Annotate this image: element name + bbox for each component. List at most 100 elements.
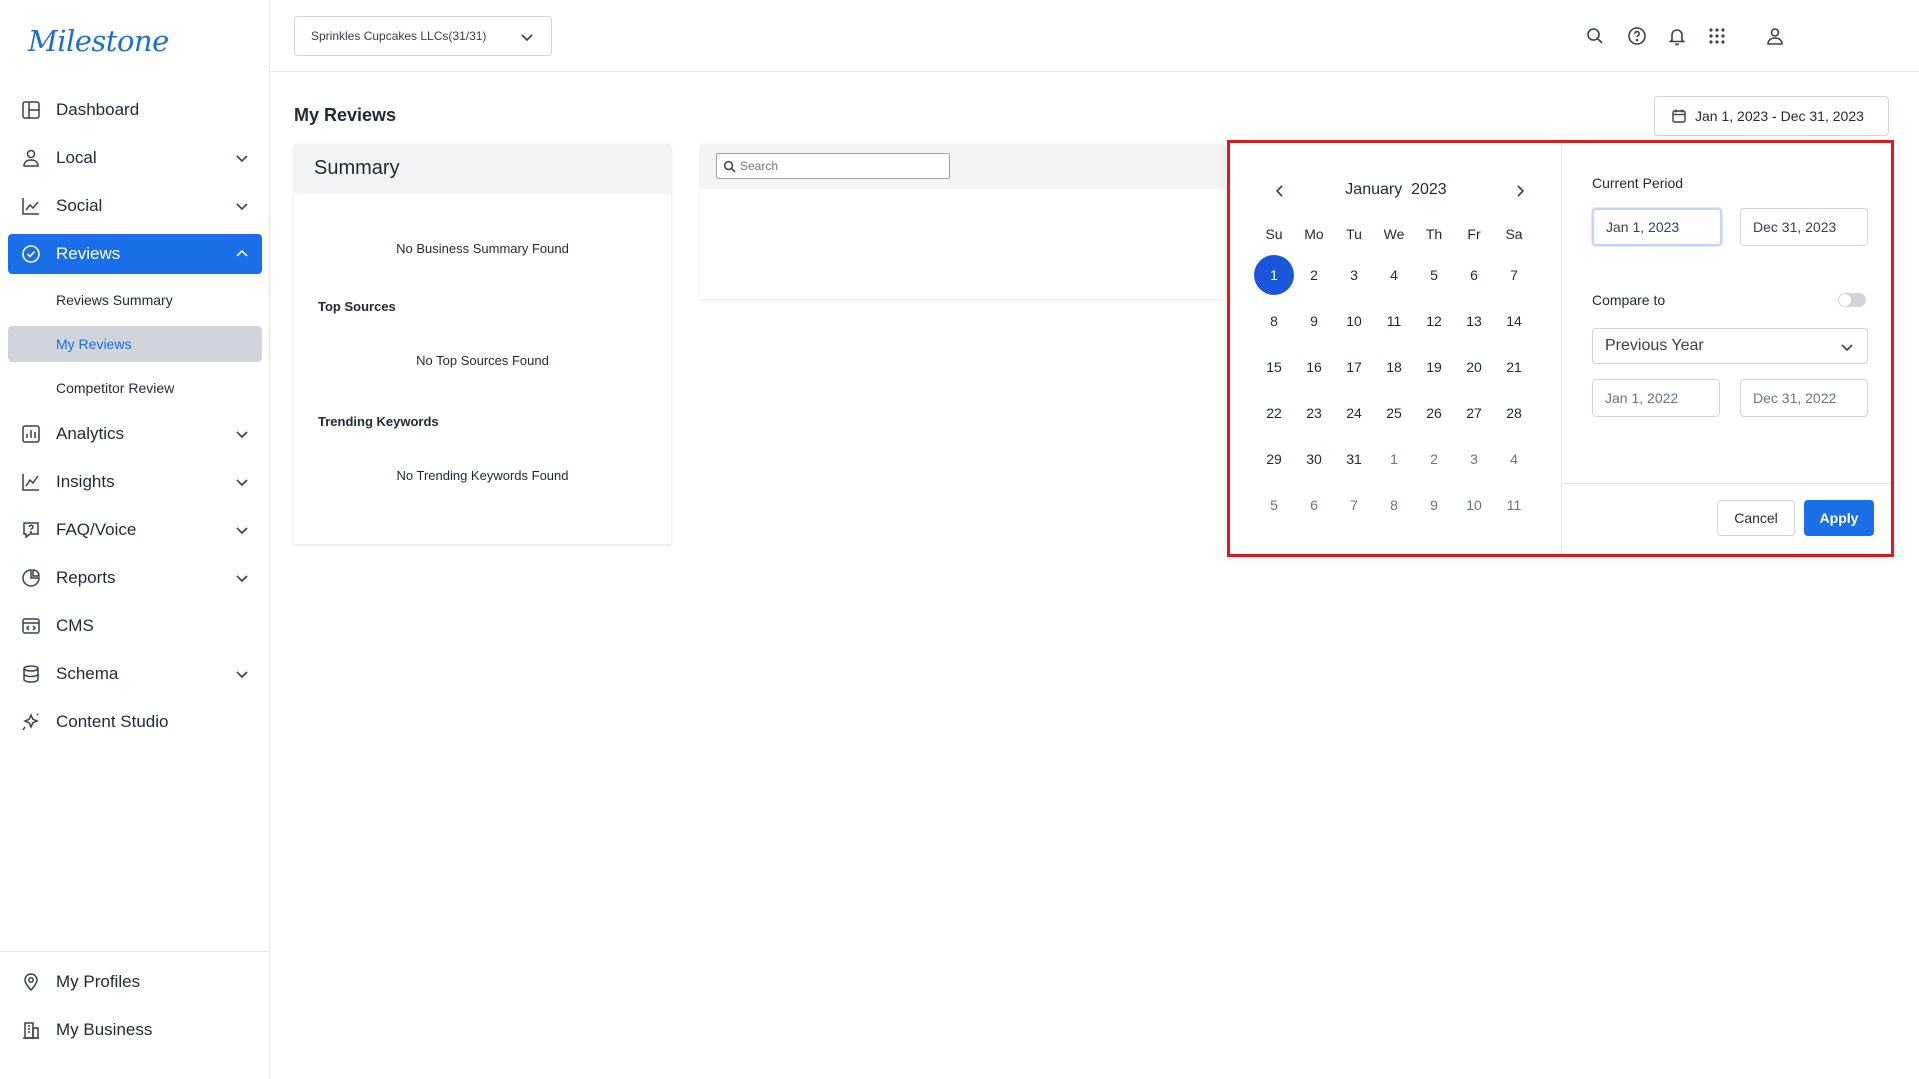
sidebar-item-label: FAQ/Voice [56,520,137,539]
sidebar-subitem-my-reviews[interactable]: My Reviews [8,326,262,362]
sidebar-item-label: Reviews [56,244,121,263]
calendar-day-outside-month[interactable]: 2 [1414,439,1454,479]
calendar-day[interactable]: 26 [1414,393,1454,433]
calendar-day[interactable]: 25 [1374,393,1414,433]
current-end-date-input[interactable]: Dec 31, 2023 [1740,208,1868,246]
period-panel: Current Period Jan 1, 2023 Dec 31, 2023 … [1563,143,1891,554]
bell-icon[interactable] [1663,22,1691,50]
sidebar-item-label: Social [56,196,103,215]
user-icon[interactable] [1761,22,1789,50]
search-field[interactable] [716,153,950,179]
sidebar-item-my-profiles[interactable]: My Profiles [8,962,262,1002]
sidebar-item-social[interactable]: Social [8,186,262,226]
calendar-day-outside-month[interactable]: 5 [1254,485,1294,525]
calendar-day-outside-month[interactable]: 11 [1494,485,1534,525]
chevron-down-icon [1841,344,1853,352]
business-select[interactable]: Sprinkles Cupcakes LLCs(31/31) [294,16,552,56]
sidebar-item-local[interactable]: Local [8,138,262,178]
calendar-week-row: 8 9 10 11 12 13 14 [1254,298,1534,344]
sidebar-item-dashboard[interactable]: Dashboard [8,90,262,130]
reviews-list-card [700,144,1225,299]
apps-grid-icon[interactable] [1703,22,1731,50]
calendar-day-selected[interactable]: 1 [1254,255,1294,295]
compare-end-date-input[interactable]: Dec 31, 2022 [1740,379,1868,417]
calendar-day[interactable]: 4 [1374,255,1414,295]
sidebar-subitem-reviews-summary[interactable]: Reviews Summary [8,282,262,318]
calendar-day-outside-month[interactable]: 8 [1374,485,1414,525]
calendar-day[interactable]: 16 [1294,347,1334,387]
calendar-day[interactable]: 15 [1254,347,1294,387]
layout-icon [20,99,42,121]
calendar-day-outside-month[interactable]: 10 [1454,485,1494,525]
sidebar-item-cms[interactable]: CMS [8,606,262,646]
sidebar-item-reviews[interactable]: Reviews [8,234,262,274]
calendar-day[interactable]: 2 [1294,255,1334,295]
chevron-down-icon [521,34,533,42]
no-business-summary-message: No Business Summary Found [396,241,569,256]
weekday-label: Sa [1505,226,1523,242]
sparkle-icon [20,711,42,733]
page-title: My Reviews [294,105,397,125]
calendar-day[interactable]: 5 [1414,255,1454,295]
calendar-grid: Su Mo Tu We Th Fr Sa 1 2 3 4 5 6 7 8 9 10 11 12 13 14 15 16 17… [1254,226,1534,528]
date-range-picker: January 2023 Su Mo Tu We Th Fr Sa 1 2 3 4 5 6 7 8 9 10 1… [1227,140,1894,557]
calendar-day[interactable]: 7 [1494,255,1534,295]
sidebar-item-analytics[interactable]: Analytics [8,414,262,454]
calendar-day-outside-month[interactable]: 6 [1294,485,1334,525]
sidebar-item-insights[interactable]: Insights [8,462,262,502]
calendar-day-outside-month[interactable]: 9 [1414,485,1454,525]
calendar-day[interactable]: 23 [1294,393,1334,433]
summary-card: Summary No Business Summary Found Top So… [294,144,671,544]
calendar-day[interactable]: 9 [1294,301,1334,341]
calendar-day-outside-month[interactable]: 7 [1334,485,1374,525]
date-range-button[interactable]: Jan 1, 2023 - Dec 31, 2023 [1654,96,1889,136]
calendar-year: 2023 [1411,181,1447,198]
calendar-day-outside-month[interactable]: 4 [1494,439,1534,479]
sidebar-item-my-business[interactable]: My Business [8,1010,262,1050]
milestone-logo[interactable]: Milestone [28,24,169,58]
current-start-date-input[interactable]: Jan 1, 2023 [1592,208,1722,246]
sidebar-item-content-studio[interactable]: Content Studio [8,702,262,742]
calendar-day[interactable]: 28 [1494,393,1534,433]
search-icon [723,160,736,173]
sidebar-item-faq-voice[interactable]: FAQ/Voice [8,510,262,550]
calendar-day[interactable]: 20 [1454,347,1494,387]
calendar-day-outside-month[interactable]: 1 [1374,439,1414,479]
calendar-day[interactable]: 21 [1494,347,1534,387]
calendar-day[interactable]: 29 [1254,439,1294,479]
sidebar-item-label: Content Studio [56,712,169,731]
compare-start-date-input[interactable]: Jan 1, 2022 [1592,379,1720,417]
calendar-day[interactable]: 6 [1454,255,1494,295]
search-input[interactable] [740,159,940,173]
calendar-day[interactable]: 24 [1334,393,1374,433]
calendar-week-row: 15 16 17 18 19 20 21 [1254,344,1534,390]
calendar-day[interactable]: 22 [1254,393,1294,433]
calendar-day[interactable]: 18 [1374,347,1414,387]
calendar-day[interactable]: 27 [1454,393,1494,433]
sidebar-item-reports[interactable]: Reports [8,558,262,598]
calendar-day[interactable]: 11 [1374,301,1414,341]
calendar-day[interactable]: 17 [1334,347,1374,387]
calendar-day[interactable]: 8 [1254,301,1294,341]
search-icon[interactable] [1581,22,1609,50]
calendar-day[interactable]: 19 [1414,347,1454,387]
compare-period-select[interactable]: Previous Year [1592,328,1868,364]
help-icon[interactable] [1623,22,1651,50]
calendar-month: January [1345,181,1403,198]
calendar-day[interactable]: 31 [1334,439,1374,479]
calendar-day[interactable]: 13 [1454,301,1494,341]
sidebar-item-schema[interactable]: Schema [8,654,262,694]
sidebar-subitem-competitor-review[interactable]: Competitor Review [8,370,262,406]
next-month-button[interactable] [1508,179,1532,203]
calendar-day[interactable]: 30 [1294,439,1334,479]
calendar-day[interactable]: 12 [1414,301,1454,341]
compare-toggle[interactable] [1838,293,1866,307]
calendar-day[interactable]: 10 [1334,301,1374,341]
calendar-day[interactable]: 3 [1334,255,1374,295]
apply-button[interactable]: Apply [1804,500,1874,536]
cancel-button[interactable]: Cancel [1717,500,1795,536]
calendar-day[interactable]: 14 [1494,301,1534,341]
bar-chart-icon [20,423,42,445]
calendar-day-outside-month[interactable]: 3 [1454,439,1494,479]
business-select-value: Sprinkles Cupcakes LLCs(31/31) [311,29,487,43]
